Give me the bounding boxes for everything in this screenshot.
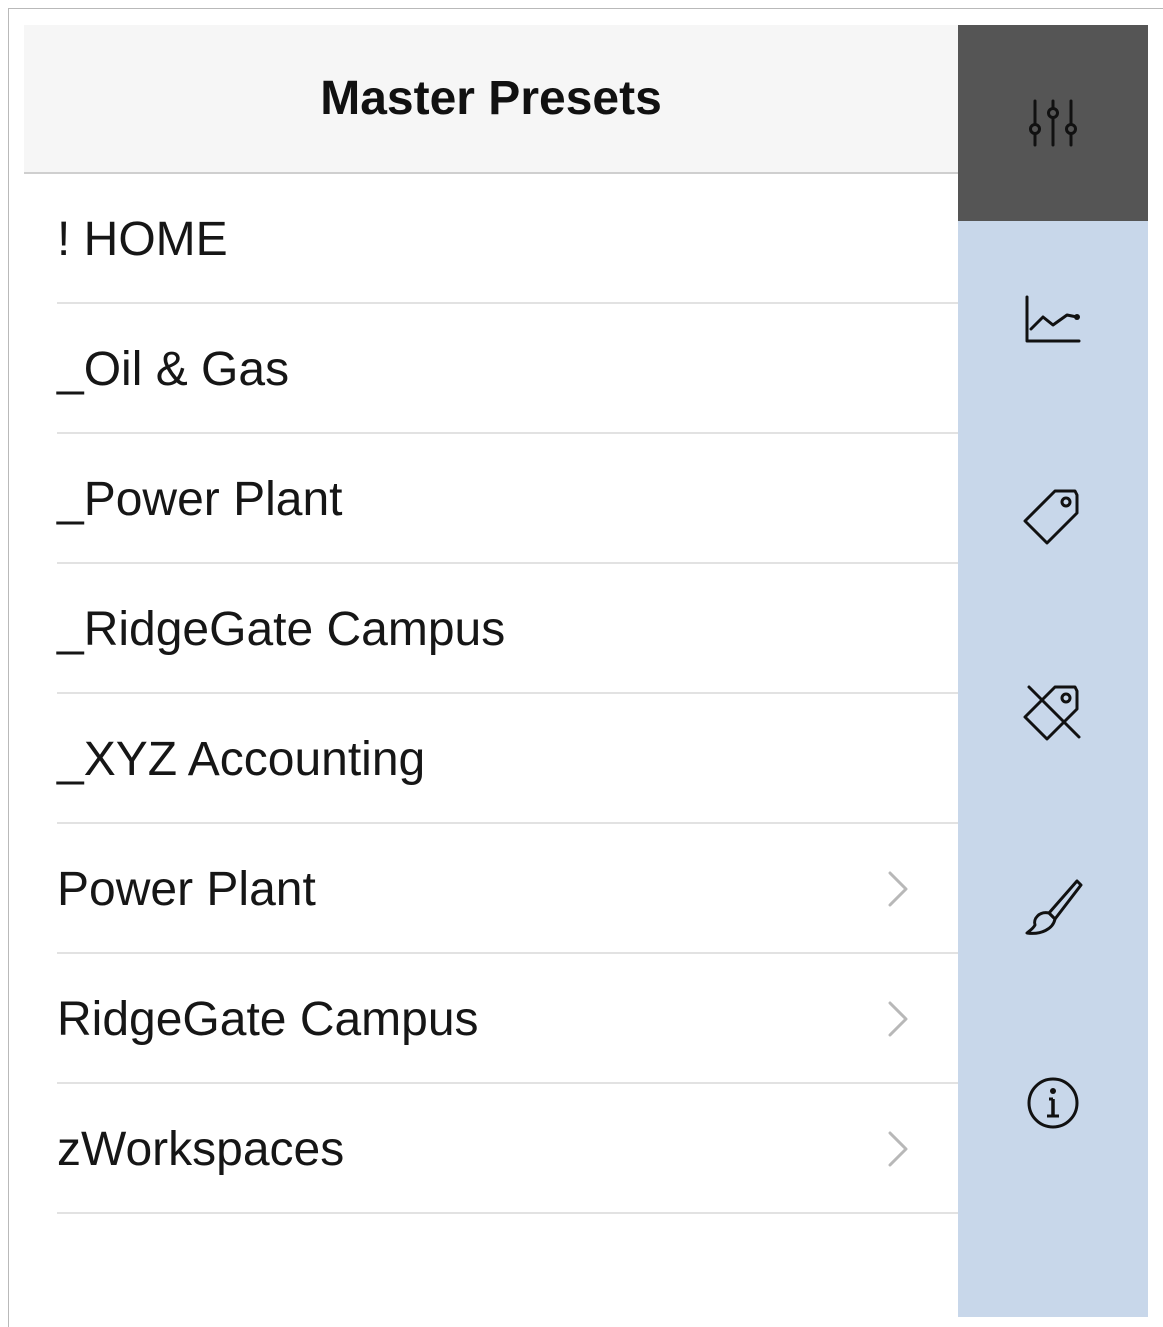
sidebar-item-presets[interactable] <box>958 25 1148 221</box>
sidebar-item-info[interactable] <box>958 1005 1148 1201</box>
tag-icon <box>1023 489 1079 545</box>
chevron-right-icon <box>888 1001 908 1037</box>
panel-header: Master Presets <box>24 25 958 174</box>
chevron-right-icon <box>888 1131 908 1167</box>
list-item-oil-gas[interactable]: _Oil & Gas <box>24 304 958 434</box>
list-item-power-plant-preset[interactable]: _Power Plant <box>24 434 958 564</box>
preset-list: ! HOME _Oil & Gas _Power Plant _RidgeGat… <box>24 174 958 1214</box>
list-item-label: RidgeGate Campus <box>57 992 479 1046</box>
sidebar-item-tags[interactable] <box>958 417 1148 613</box>
list-item-ridgegate-campus-folder[interactable]: RidgeGate Campus <box>24 954 958 1084</box>
tool-sidebar <box>958 25 1148 1317</box>
list-item-xyz-accounting[interactable]: _XYZ Accounting <box>24 694 958 824</box>
list-item-label: _XYZ Accounting <box>57 732 426 786</box>
sidebar-item-charts[interactable] <box>958 221 1148 417</box>
info-icon <box>1027 1077 1079 1129</box>
list-item-home[interactable]: ! HOME <box>24 174 958 304</box>
sidebar-item-styles[interactable] <box>958 809 1148 1005</box>
list-item-label: _Power Plant <box>57 472 343 526</box>
list-item-zworkspaces-folder[interactable]: zWorkspaces <box>24 1084 958 1214</box>
list-item-ridgegate-campus-preset[interactable]: _RidgeGate Campus <box>24 564 958 694</box>
list-item-power-plant-folder[interactable]: Power Plant <box>24 824 958 954</box>
tag-off-icon <box>1023 685 1081 741</box>
sliders-icon <box>1029 99 1077 147</box>
master-presets-panel: Master Presets ! HOME _Oil & Gas _Power … <box>24 25 958 1317</box>
brush-icon <box>1025 879 1083 935</box>
sidebar-item-untagged[interactable] <box>958 613 1148 809</box>
list-item-label: _Oil & Gas <box>57 342 290 396</box>
chevron-right-icon <box>888 871 908 907</box>
list-item-label: Power Plant <box>57 862 316 916</box>
list-item-label: _RidgeGate Campus <box>57 602 506 656</box>
chart-line-icon <box>1025 295 1081 343</box>
list-item-label: ! HOME <box>57 212 228 266</box>
list-item-label: zWorkspaces <box>57 1122 345 1176</box>
page-title: Master Presets <box>320 72 662 125</box>
